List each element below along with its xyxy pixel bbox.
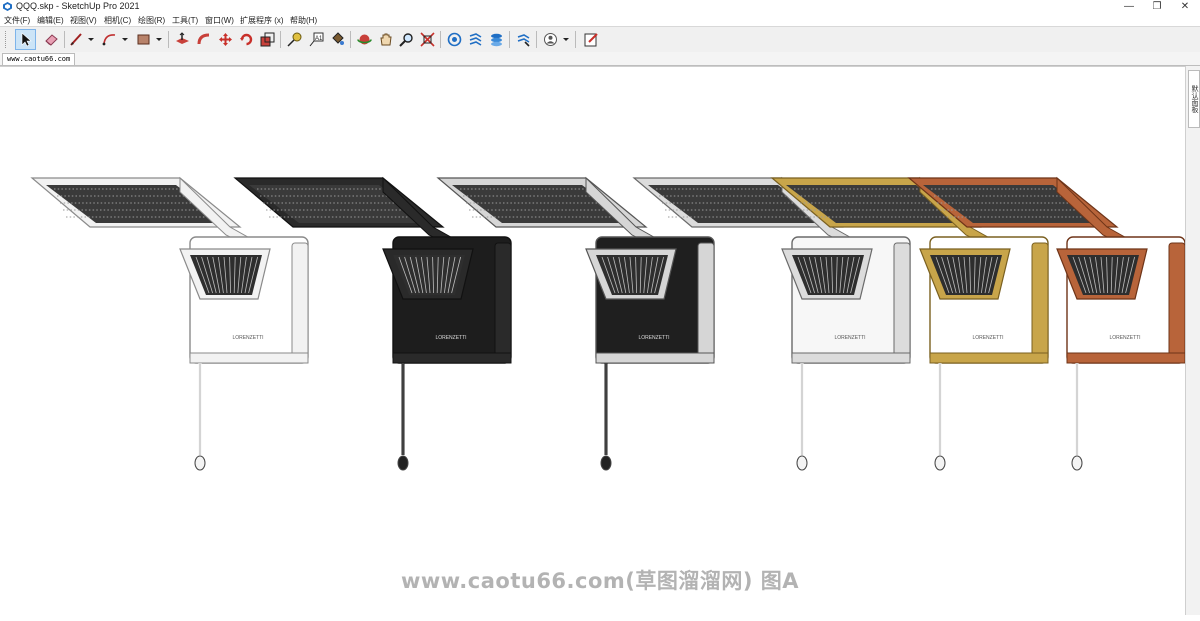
side-rail: [893, 242, 911, 362]
dropdown-arrow-icon[interactable]: [153, 30, 163, 49]
zoom-extents-tool-icon[interactable]: [418, 30, 437, 49]
tray-tab[interactable]: 默认面板: [1188, 70, 1200, 128]
brand-label: LORENZETTI: [232, 335, 263, 341]
menu-file[interactable]: 文件(F): [4, 15, 30, 26]
scene-tabs-bar: www.caotu66.com: [0, 52, 1200, 66]
paint-bucket-tool-icon[interactable]: [328, 30, 347, 49]
toolbar-separator: [440, 31, 441, 48]
toolbar-separator: [168, 31, 169, 48]
toolbar-separator: [509, 31, 510, 48]
menu-edit[interactable]: 编辑(E): [37, 15, 64, 26]
brand-label: LORENZETTI: [1109, 335, 1140, 341]
main-toolbar: A1: [0, 26, 1200, 53]
close-button[interactable]: ✕: [1172, 0, 1198, 13]
side-rail: [1168, 242, 1186, 362]
toolbar-grip[interactable]: [5, 31, 9, 48]
brand-label: LORENZETTI: [972, 335, 1003, 341]
bottom-trim: [1066, 352, 1186, 364]
restore-button[interactable]: ❐: [1144, 0, 1170, 13]
toolbar-separator: [536, 31, 537, 48]
side-rail: [291, 242, 309, 362]
bottom-trim: [929, 352, 1049, 364]
side-rail: [494, 242, 512, 362]
menu-view[interactable]: 视图(V): [70, 15, 97, 26]
side-rail: [697, 242, 715, 362]
push-pull-tool-icon[interactable]: [173, 30, 192, 49]
brand-label: LORENZETTI: [834, 335, 865, 341]
select-tool-icon[interactable]: [15, 29, 36, 50]
pan-tool-icon[interactable]: [376, 30, 395, 49]
brand-label: LORENZETTI: [435, 335, 466, 341]
zoom-tool-icon[interactable]: [397, 30, 416, 49]
move-tool-icon[interactable]: [216, 30, 235, 49]
bottom-trim: [595, 352, 715, 364]
send-to-layout-icon[interactable]: [582, 30, 601, 49]
dropdown-arrow-icon[interactable]: [85, 30, 95, 49]
text-tool-icon[interactable]: A1: [307, 30, 326, 49]
follow-me-tool-icon[interactable]: [195, 30, 214, 49]
pull-handle: [600, 455, 612, 471]
pull-handle: [796, 455, 808, 471]
side-rail: [1031, 242, 1049, 362]
menu-draw[interactable]: 绘图(R): [138, 15, 165, 26]
extension-manager-icon[interactable]: [514, 30, 533, 49]
pull-handle: [1071, 455, 1083, 471]
toolbar-separator: [64, 31, 65, 48]
shower-white[interactable]: LORENZETTI: [30, 176, 309, 471]
model-viewport[interactable]: LORENZETTI LORENZETTI LORENZETTI LORENZETTI…: [0, 66, 1186, 616]
scene-canvas[interactable]: LORENZETTI LORENZETTI LORENZETTI LORENZETTI…: [0, 67, 1186, 616]
toolbar-separator: [350, 31, 351, 48]
default-tray: 默认面板: [1185, 66, 1200, 615]
menu-extensions[interactable]: 扩展程序 (x): [240, 15, 284, 26]
rotate-tool-icon[interactable]: [237, 30, 256, 49]
title-bar: QQQ.skp - SketchUp Pro 2021 — ❐ ✕: [0, 0, 1200, 13]
layout-icon[interactable]: [487, 30, 506, 49]
svg-text:A1: A1: [315, 36, 323, 42]
extension-warehouse-icon[interactable]: [466, 30, 485, 49]
toolbar-separator: [280, 31, 281, 48]
menu-help[interactable]: 帮助(H): [290, 15, 317, 26]
account-icon[interactable]: [541, 30, 560, 49]
tape-measure-tool-icon[interactable]: [285, 30, 304, 49]
pull-handle: [397, 455, 409, 471]
menu-camera[interactable]: 相机(C): [104, 15, 131, 26]
watermark-text: www.caotu66.com(草图溜溜网) 图A: [400, 569, 800, 593]
sketchup-app-icon: [3, 2, 12, 11]
toolbar-separator: [575, 31, 576, 48]
dropdown-arrow-icon[interactable]: [119, 30, 129, 49]
orbit-tool-icon[interactable]: [355, 30, 374, 49]
menu-tools[interactable]: 工具(T): [172, 15, 198, 26]
window-title: QQQ.skp - SketchUp Pro 2021: [16, 1, 140, 11]
pull-handle: [934, 455, 946, 471]
3d-warehouse-icon[interactable]: [445, 30, 464, 49]
pull-handle: [194, 455, 206, 471]
menu-bar: 文件(F) 编辑(E) 视图(V) 相机(C) 绘图(R) 工具(T) 窗口(W…: [0, 13, 1200, 26]
line-tool-icon[interactable]: [67, 30, 86, 49]
scene-tab[interactable]: www.caotu66.com: [2, 53, 76, 65]
eraser-tool-icon[interactable]: [42, 30, 61, 49]
bottom-trim: [791, 352, 911, 364]
bottom-trim: [189, 352, 309, 364]
scale-tool-icon[interactable]: [258, 30, 277, 49]
brand-label: LORENZETTI: [638, 335, 669, 341]
menu-window[interactable]: 窗口(W): [205, 15, 234, 26]
bottom-trim: [392, 352, 512, 364]
dropdown-arrow-icon[interactable]: [560, 30, 570, 49]
rectangle-tool-icon[interactable]: [134, 30, 153, 49]
minimize-button[interactable]: —: [1116, 0, 1142, 13]
arc-tool-icon[interactable]: [100, 30, 119, 49]
